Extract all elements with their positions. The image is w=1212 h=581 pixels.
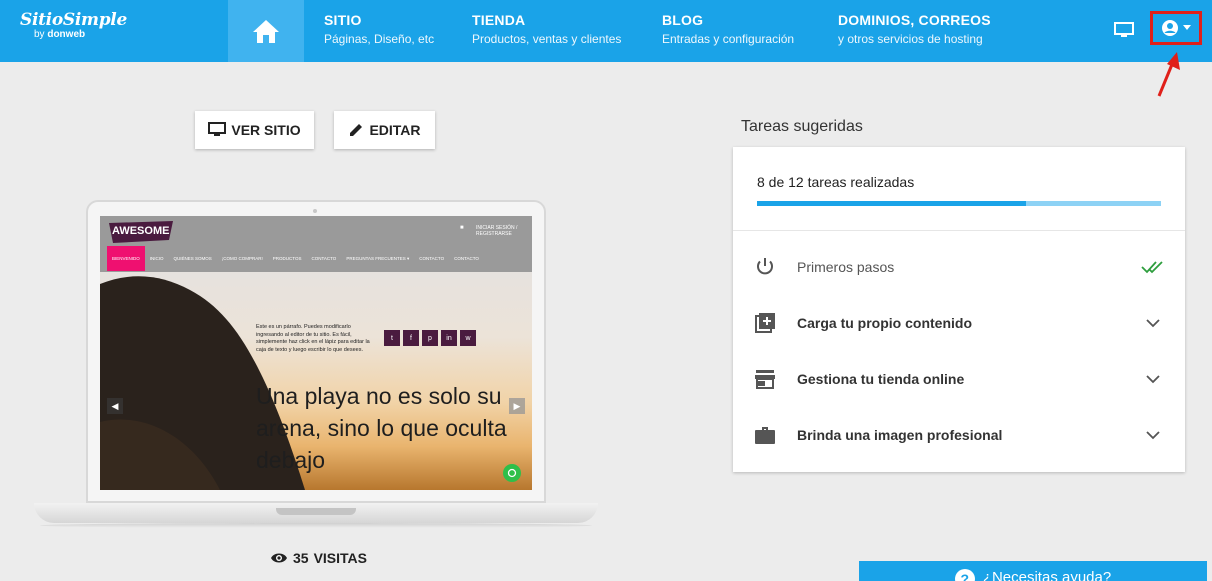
laptop-shadow <box>40 523 592 528</box>
top-navbar: SitioSimple by donweb SITIO Páginas, Dis… <box>0 0 1212 62</box>
preview-menu-item: CONTACTO <box>454 256 479 261</box>
preview-user-link: INICIAR SESIÓN / REGISTRARSE <box>476 225 518 237</box>
user-menu-button[interactable] <box>1150 11 1202 45</box>
help-button[interactable]: ? ¿Necesitas ayuda? <box>859 561 1207 581</box>
nav-blog[interactable]: BLOG Entradas y configuración <box>662 12 794 46</box>
tasks-progress-text: 8 de 12 tareas realizadas <box>757 174 915 190</box>
preview-headline: Una playa no es solo su arena, sino lo q… <box>256 383 507 473</box>
preview-hero: Este es un párrafo. Puedes modificarlo i… <box>100 272 532 490</box>
logo-byline: by donweb <box>34 29 130 40</box>
logo-brand: SitioSimple <box>20 10 127 30</box>
desktop-view-button[interactable] <box>1114 20 1134 40</box>
preview-next-arrow-icon: ▶ <box>509 398 525 414</box>
nav-dominios-title: DOMINIOS, CORREOS <box>838 12 991 28</box>
task-imagen-profesional[interactable]: Brinda una imagen profesional <box>733 407 1185 463</box>
home-button[interactable] <box>228 0 304 62</box>
pencil-icon <box>350 124 363 136</box>
view-site-label: VER SITIO <box>231 122 301 138</box>
preview-menu-item: BIENVENIDO <box>107 246 145 271</box>
twitter-icon: t <box>384 330 400 346</box>
chevron-down-icon[interactable] <box>1141 367 1165 391</box>
preview-logo-text: AWESOME <box>112 225 169 237</box>
tasks-title: Tareas sugeridas <box>741 118 863 135</box>
chevron-down-icon[interactable] <box>1141 311 1165 335</box>
logo-by: by <box>34 29 45 40</box>
chevron-down-icon[interactable] <box>1141 423 1165 447</box>
sitiosimple-logo[interactable]: SitioSimple by donweb <box>20 10 130 50</box>
nav-tienda-title: TIENDA <box>472 12 526 28</box>
site-preview-screen[interactable]: AWESOME ■ INICIAR SESIÓN / REGISTRARSE B… <box>100 216 532 490</box>
preview-social-icons: t f p in w <box>384 330 476 346</box>
preview-whatsapp-icon <box>503 464 521 482</box>
task-label: Brinda una imagen profesional <box>797 427 1003 443</box>
store-icon <box>755 370 775 389</box>
task-carga-contenido[interactable]: Carga tu propio contenido <box>733 295 1185 351</box>
monitor-icon <box>208 122 227 136</box>
nav-blog-title: BLOG <box>662 12 704 28</box>
view-site-button[interactable]: VER SITIO <box>195 111 314 149</box>
preview-menu-item: PREGUNTAS FRECUENTES ▾ <box>346 256 410 261</box>
task-tienda-online[interactable]: Gestiona tu tienda online <box>733 351 1185 407</box>
divider <box>733 230 1185 231</box>
laptop-camera <box>313 209 317 213</box>
task-label: Gestiona tu tienda online <box>797 371 965 387</box>
account-circle-icon <box>1162 20 1178 36</box>
laptop-notch <box>276 508 356 515</box>
nav-dominios-subtitle: y otros servicios de hosting <box>838 32 983 46</box>
caret-down-icon <box>1183 25 1191 30</box>
preview-menu-item: ¡COMO COMPRAR! <box>221 256 263 261</box>
add-content-icon <box>755 313 775 333</box>
preview-paragraph: Este es un párrafo. Puedes modificarlo i… <box>256 324 370 353</box>
edit-label: EDITAR <box>369 122 421 138</box>
nav-dominios[interactable]: DOMINIOS, CORREOS y otros servicios de h… <box>838 12 991 46</box>
nav-sitio[interactable]: SITIO Páginas, Diseño, etc <box>324 12 434 46</box>
nav-blog-subtitle: Entradas y configuración <box>662 32 795 46</box>
preview-menu-item: PRODUCTOS <box>272 256 302 261</box>
power-icon <box>757 258 773 275</box>
pinterest-icon: p <box>422 330 438 346</box>
help-label: ¿Necesitas ayuda? <box>982 569 1112 581</box>
preview-cart-icon: ■ <box>460 225 464 231</box>
preview-menu-item: QUIÉNES SOMOS <box>173 256 212 261</box>
tasks-card: 8 de 12 tareas realizadas Primeros pasos… <box>733 147 1185 472</box>
linkedin-icon: in <box>441 330 457 346</box>
nav-tienda[interactable]: TIENDA Productos, ventas y clientes <box>472 12 621 46</box>
briefcase-icon <box>755 427 775 444</box>
task-label: Carga tu propio contenido <box>797 315 972 331</box>
preview-menu: BIENVENIDO INICIO QUIÉNES SOMOS ¡COMO CO… <box>107 246 484 271</box>
task-label: Primeros pasos <box>797 259 895 275</box>
annotation-arrow-icon <box>1157 52 1180 97</box>
visits-counter: 35 VISITAS <box>270 550 367 566</box>
logo-company: donweb <box>47 29 86 40</box>
visits-count: 35 <box>293 550 309 566</box>
tasks-progress-fill <box>757 201 1027 206</box>
nav-sitio-title: SITIO <box>324 12 362 28</box>
monitor-icon <box>1114 22 1134 37</box>
double-check-icon <box>1141 261 1163 274</box>
preview-header: AWESOME ■ INICIAR SESIÓN / REGISTRARSE B… <box>100 216 532 272</box>
facebook-icon: f <box>403 330 419 346</box>
tasks-progress-bar <box>757 201 1161 206</box>
nav-sitio-subtitle: Páginas, Diseño, etc <box>324 32 435 46</box>
preview-menu-item: CONTACTO <box>419 256 445 261</box>
eye-icon <box>271 553 287 563</box>
nav-tienda-subtitle: Productos, ventas y clientes <box>472 32 622 46</box>
question-icon: ? <box>954 569 975 581</box>
whatsapp-icon: w <box>460 330 476 346</box>
task-primeros-pasos[interactable]: Primeros pasos <box>733 239 1185 295</box>
visits-label: VISITAS <box>313 550 367 566</box>
preview-menu-item: INICIO <box>149 256 164 261</box>
edit-button[interactable]: EDITAR <box>334 111 435 149</box>
home-icon <box>253 20 279 43</box>
preview-logo: AWESOME <box>109 221 173 243</box>
preview-menu-item: CONTACTO <box>311 256 337 261</box>
preview-prev-arrow-icon: ◀ <box>107 398 123 414</box>
